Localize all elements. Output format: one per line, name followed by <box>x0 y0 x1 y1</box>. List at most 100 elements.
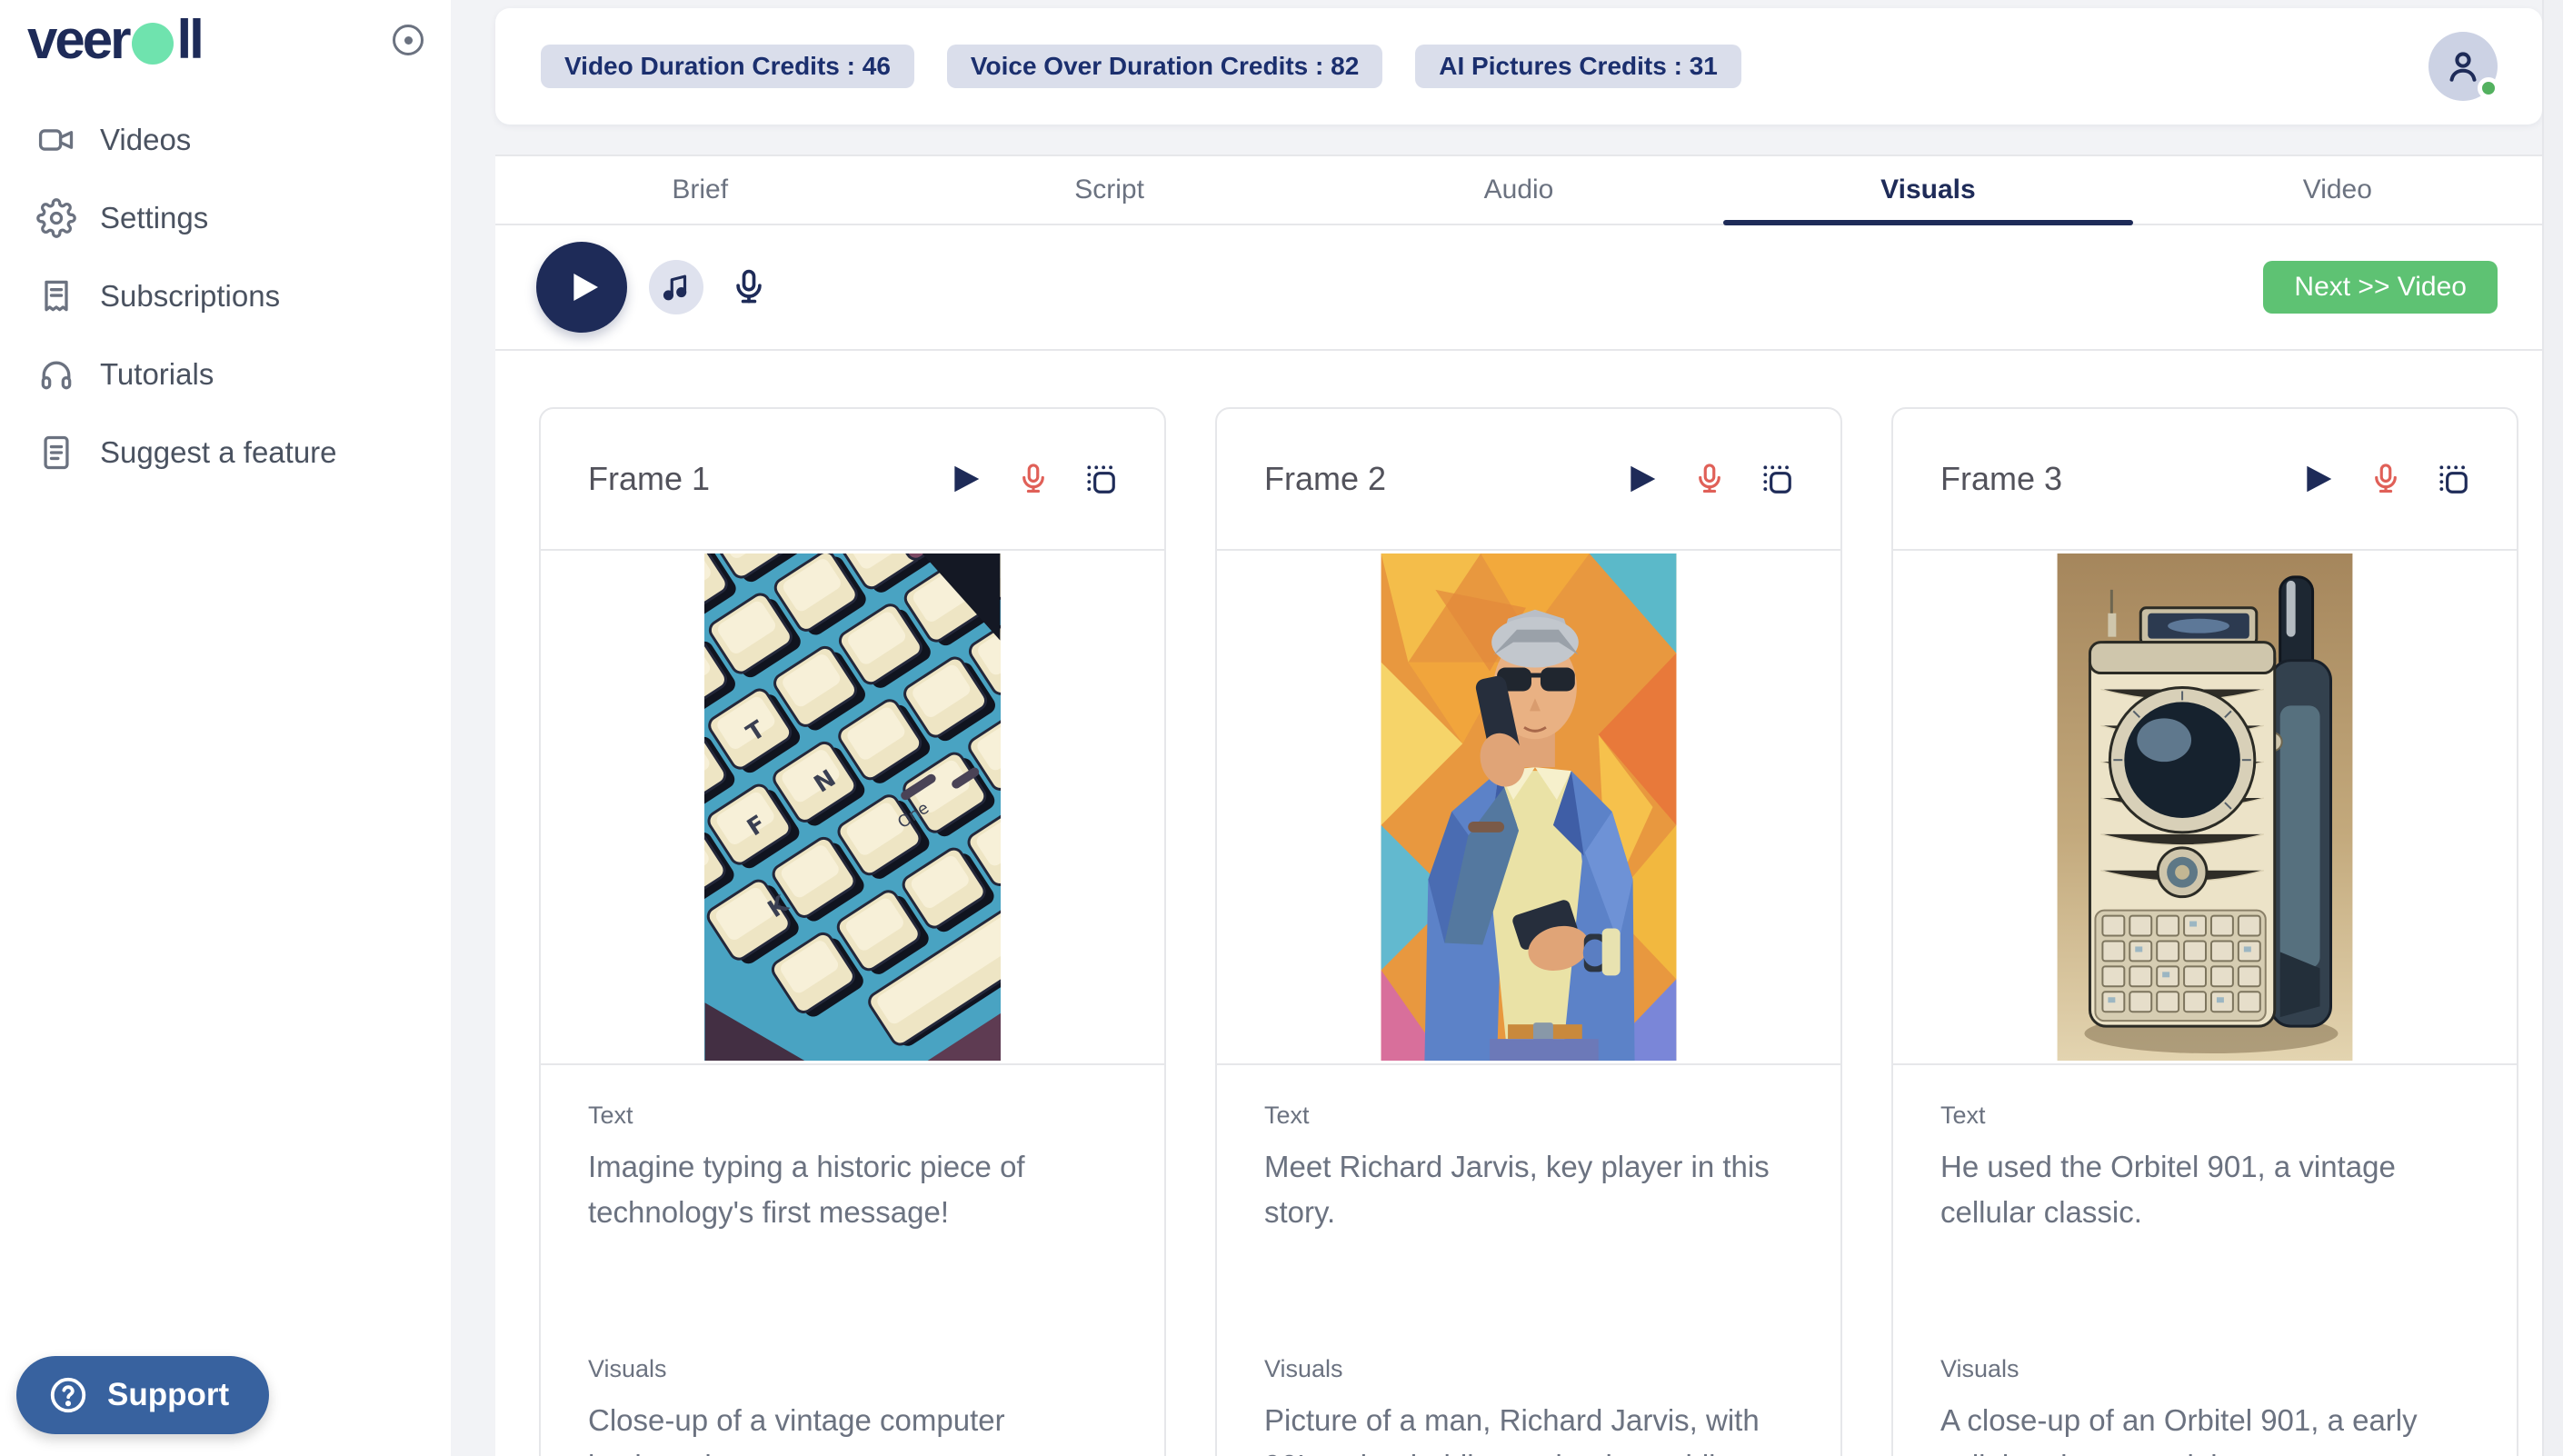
frame-visuals-value: A close-up of an Orbitel 901, a early ce… <box>1940 1398 2469 1456</box>
frame-text-value: He used the Orbitel 901, a vintage cellu… <box>1940 1144 2469 1355</box>
frame-replace-image-button[interactable] <box>2433 459 2473 499</box>
headphones-icon <box>36 354 76 394</box>
visuals-field-label: Visuals <box>1940 1355 2469 1383</box>
frame-record-voice-button[interactable] <box>1013 459 1053 499</box>
frame-record-voice-button[interactable] <box>1690 459 1730 499</box>
video-camera-icon <box>36 120 76 160</box>
sidebar-collapse-icon[interactable] <box>393 25 424 55</box>
receipt-icon <box>36 276 76 316</box>
online-status-dot <box>2478 77 2499 99</box>
frame-card: Frame 1 <box>539 407 1166 1456</box>
sidebar: veerll Videos Settings Subscriptions Tut… <box>0 0 451 1456</box>
playback-toolbar: Next >> Video <box>495 225 2542 351</box>
workflow-tabs: Brief Script Audio Visuals Video <box>495 155 2542 225</box>
frame-visuals-value: Picture of a man, Richard Jarvis, with 9… <box>1264 1398 1793 1456</box>
microphone-icon <box>2369 462 2403 496</box>
sidebar-item-label: Subscriptions <box>100 279 280 314</box>
active-tab-underline <box>1723 220 2132 225</box>
vintage-keyboard-illustration: AT FN K One <box>704 553 1001 1061</box>
frame-card-body: Text Imagine typing a historic piece of … <box>541 1065 1164 1456</box>
frame-visuals-value: Close-up of a vintage computer keyboard <box>588 1398 1117 1456</box>
question-mark-circle-icon <box>47 1374 89 1416</box>
frame-actions <box>946 459 1121 499</box>
dotted-crop-square-icon <box>1083 462 1118 496</box>
frame-image[interactable] <box>1217 551 1840 1065</box>
dotted-crop-square-icon <box>1760 462 1794 496</box>
voice-over-duration-credits-badge: Voice Over Duration Credits : 82 <box>947 45 1382 88</box>
frame-title: Frame 3 <box>1940 460 2062 498</box>
sidebar-item-videos[interactable]: Videos <box>27 113 424 167</box>
logo-green-dot-icon <box>132 23 174 65</box>
music-track-button[interactable] <box>649 260 703 314</box>
frame-play-button[interactable] <box>1622 459 1662 499</box>
person-icon <box>2443 46 2483 86</box>
frame-card: Frame 3 <box>1891 407 2518 1456</box>
frame-play-button[interactable] <box>2299 459 2339 499</box>
sidebar-nav: Videos Settings Subscriptions Tutorials … <box>0 113 451 480</box>
low-poly-man-on-phone-illustration <box>1381 553 1677 1061</box>
play-icon <box>566 269 603 305</box>
document-icon <box>36 433 76 473</box>
text-field-label: Text <box>588 1102 1117 1130</box>
gear-icon <box>36 198 76 238</box>
tab-audio[interactable]: Audio <box>1314 156 1723 224</box>
next-video-button[interactable]: Next >> Video <box>2263 261 2498 314</box>
frame-actions <box>1622 459 1797 499</box>
visuals-field-label: Visuals <box>1264 1355 1793 1383</box>
frame-record-voice-button[interactable] <box>2366 459 2406 499</box>
frame-image[interactable] <box>1893 551 2517 1065</box>
microphone-icon <box>729 267 769 307</box>
frame-card-body: Text Meet Richard Jarvis, key player in … <box>1217 1065 1840 1456</box>
play-all-button[interactable] <box>536 242 627 333</box>
play-icon <box>2301 462 2336 496</box>
microphone-icon <box>1692 462 1727 496</box>
logo-text-post: ll <box>176 13 201 67</box>
dotted-crop-square-icon <box>2436 462 2470 496</box>
voice-over-button[interactable] <box>725 264 773 311</box>
frame-title: Frame 1 <box>588 460 710 498</box>
tab-visuals[interactable]: Visuals <box>1723 156 2132 224</box>
frame-play-button[interactable] <box>946 459 986 499</box>
sidebar-item-label: Suggest a feature <box>100 435 337 470</box>
frame-replace-image-button[interactable] <box>1757 459 1797 499</box>
sidebar-item-tutorials[interactable]: Tutorials <box>27 347 424 402</box>
microphone-icon <box>1016 462 1051 496</box>
frame-image[interactable]: AT FN K One <box>541 551 1164 1065</box>
support-button[interactable]: Support <box>16 1356 269 1434</box>
text-field-label: Text <box>1264 1102 1793 1130</box>
frame-text-value: Imagine typing a historic piece of techn… <box>588 1144 1117 1355</box>
tab-video[interactable]: Video <box>2133 156 2542 224</box>
sidebar-item-settings[interactable]: Settings <box>27 191 424 245</box>
sidebar-item-suggest-feature[interactable]: Suggest a feature <box>27 425 424 480</box>
vertical-scrollbar[interactable] <box>2542 0 2563 1456</box>
frame-title: Frame 2 <box>1264 460 1386 498</box>
credit-badges: Video Duration Credits : 46 Voice Over D… <box>541 45 1741 88</box>
ai-pictures-credits-badge: AI Pictures Credits : 31 <box>1415 45 1741 88</box>
tab-label: Brief <box>672 175 728 205</box>
support-label: Support <box>107 1377 229 1413</box>
veeroll-logo: veerll <box>27 13 202 67</box>
tab-label: Script <box>1074 175 1144 205</box>
music-note-icon <box>659 270 693 304</box>
frame-card-body: Text He used the Orbitel 901, a vintage … <box>1893 1065 2517 1456</box>
orbitel-901-phone-illustration <box>2057 553 2353 1061</box>
tab-label: Visuals <box>1880 175 1976 205</box>
frame-text-value: Meet Richard Jarvis, key player in this … <box>1264 1144 1793 1355</box>
frame-actions <box>2299 459 2473 499</box>
user-avatar[interactable] <box>2428 32 2498 101</box>
frame-card: Frame 2 <box>1215 407 1842 1456</box>
sidebar-header: veerll <box>0 0 451 67</box>
frame-card-header: Frame 1 <box>541 409 1164 551</box>
frame-replace-image-button[interactable] <box>1081 459 1121 499</box>
logo-text-pre: veer <box>27 13 128 67</box>
tab-script[interactable]: Script <box>904 156 1313 224</box>
visuals-field-label: Visuals <box>588 1355 1117 1383</box>
sidebar-item-subscriptions[interactable]: Subscriptions <box>27 269 424 324</box>
play-icon <box>1625 462 1660 496</box>
main-content: Video Duration Credits : 46 Voice Over D… <box>495 0 2542 1456</box>
tab-label: Video <box>2303 175 2372 205</box>
sidebar-item-label: Tutorials <box>100 357 214 392</box>
play-icon <box>949 462 983 496</box>
tab-brief[interactable]: Brief <box>495 156 904 224</box>
frame-card-header: Frame 3 <box>1893 409 2517 551</box>
